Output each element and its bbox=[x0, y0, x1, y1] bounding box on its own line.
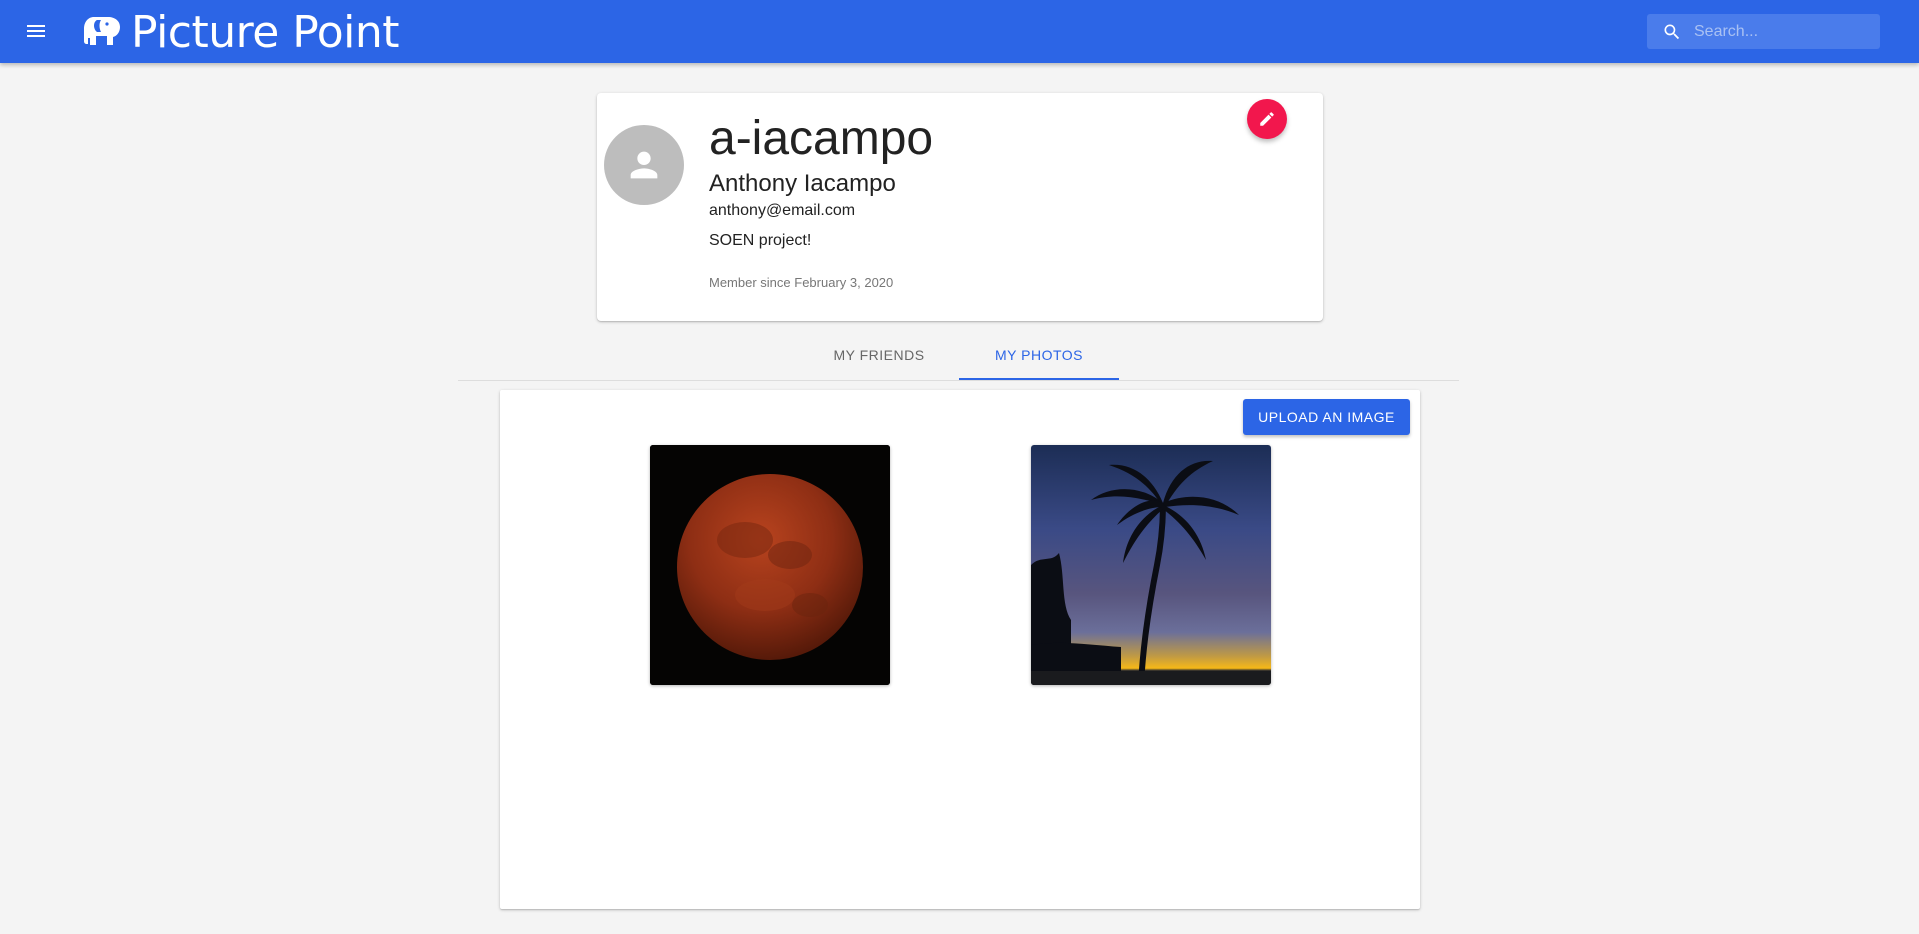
edit-profile-button[interactable] bbox=[1247, 99, 1287, 139]
profile-tabs: MY FRIENDS MY PHOTOS bbox=[458, 333, 1459, 381]
profile-username: a-iacampo bbox=[709, 112, 934, 165]
search-icon bbox=[1664, 24, 1680, 40]
hamburger-menu-icon[interactable] bbox=[24, 19, 48, 43]
photo-blood-moon[interactable] bbox=[650, 445, 890, 685]
photos-panel: UPLOAD AN IMAGE bbox=[500, 390, 1420, 909]
tab-my-photos[interactable]: MY PHOTOS bbox=[959, 333, 1119, 380]
tab-my-friends[interactable]: MY FRIENDS bbox=[799, 333, 959, 380]
photo-palm-tree-sunset[interactable] bbox=[1031, 445, 1271, 685]
app-bar: Picture Point bbox=[0, 0, 1919, 63]
upload-image-button[interactable]: UPLOAD AN IMAGE bbox=[1243, 399, 1410, 435]
elephant-logo-icon[interactable] bbox=[82, 14, 122, 50]
person-icon bbox=[630, 151, 658, 179]
brand-name[interactable]: Picture Point bbox=[131, 5, 400, 61]
profile-email: anthony@email.com bbox=[709, 202, 856, 219]
palm-tree-sunset-image bbox=[1031, 460, 1271, 685]
profile-bio: SOEN project! bbox=[709, 232, 812, 249]
search-input[interactable] bbox=[1694, 14, 1874, 49]
avatar bbox=[604, 125, 684, 205]
profile-card: a-iacampo Anthony Iacampo anthony@email.… bbox=[597, 93, 1323, 321]
member-since: Member since February 3, 2020 bbox=[709, 275, 894, 290]
profile-full-name: Anthony Iacampo bbox=[709, 170, 896, 197]
blood-moon-image bbox=[650, 445, 890, 685]
pencil-icon bbox=[1260, 112, 1274, 126]
search-box[interactable] bbox=[1647, 14, 1880, 49]
